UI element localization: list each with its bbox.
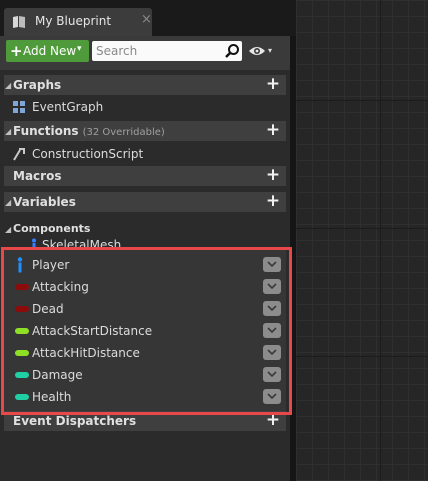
components-label: Components: [13, 222, 91, 235]
chevron-down-icon: [267, 393, 277, 399]
search-box[interactable]: [92, 41, 242, 61]
chevron-down-icon: [267, 261, 277, 267]
variable-row[interactable]: AttackHitDistance: [4, 342, 286, 364]
search-input[interactable]: [96, 43, 216, 59]
person-icon: [17, 257, 23, 273]
variable-name: Damage: [32, 368, 83, 382]
section-functions[interactable]: ◢ Functions (32 Overridable) +: [4, 121, 286, 141]
section-graphs-label: Graphs: [13, 78, 62, 92]
section-functions-label: Functions (32 Overridable): [13, 124, 165, 138]
panel-splitter[interactable]: [290, 36, 296, 481]
bool-type-icon: [15, 284, 29, 290]
variable-name: Player: [32, 258, 70, 272]
int-type-icon: [15, 372, 29, 378]
variable-name: Attacking: [32, 280, 89, 294]
tab-strip: My Blueprint ×: [0, 0, 296, 36]
variable-row[interactable]: Dead: [4, 298, 286, 320]
variable-list: Player Attacking Dead AttackStartDistanc…: [4, 248, 286, 414]
variable-row[interactable]: AttackStartDistance: [4, 320, 286, 342]
variable-row[interactable]: Damage: [4, 364, 286, 386]
chevron-down-icon: [267, 283, 277, 289]
float-type-icon: [15, 328, 29, 334]
blueprint-tab-icon: [13, 16, 25, 28]
bool-type-icon: [15, 306, 29, 312]
expand-arrow-icon: ◢: [5, 225, 12, 234]
plus-icon: +: [10, 42, 23, 60]
variable-row[interactable]: Attacking: [4, 276, 286, 298]
expand-arrow-icon: ◢: [5, 127, 12, 136]
add-macro-button[interactable]: +: [265, 167, 281, 184]
section-event-dispatchers[interactable]: Event Dispatchers +: [4, 411, 286, 431]
chevron-down-icon: [267, 349, 277, 355]
event-graph-icon: [13, 101, 25, 113]
chevron-down-icon: [267, 327, 277, 333]
tab-title: My Blueprint: [35, 14, 112, 28]
chevron-down-icon: ▾: [77, 44, 82, 54]
list-item-event-graph[interactable]: EventGraph: [4, 97, 286, 117]
section-macros[interactable]: Macros +: [4, 166, 286, 186]
graph-canvas[interactable]: [296, 0, 428, 481]
variable-visibility-button[interactable]: [263, 257, 281, 272]
view-options-caret[interactable]: ▾: [268, 46, 272, 55]
variable-row[interactable]: Player: [4, 254, 286, 276]
expand-arrow-icon: ◢: [5, 81, 12, 90]
add-event-dispatcher-button[interactable]: +: [265, 412, 281, 429]
float-type-icon: [15, 350, 29, 356]
construction-script-label: ConstructionScript: [32, 147, 144, 161]
variable-visibility-button[interactable]: [263, 389, 281, 404]
variable-name: AttackHitDistance: [32, 346, 140, 360]
eye-icon[interactable]: [248, 45, 266, 57]
list-item-construction-script[interactable]: ConstructionScript: [4, 144, 286, 164]
add-function-button[interactable]: +: [265, 122, 281, 139]
functions-override-count: (32 Overridable): [82, 127, 165, 138]
section-variables-label: Variables: [13, 195, 76, 209]
variable-name: Health: [32, 390, 72, 404]
add-new-label: Add New: [23, 44, 77, 58]
variable-name: Dead: [32, 302, 64, 316]
add-graph-button[interactable]: +: [265, 76, 281, 93]
section-macros-label: Macros: [13, 169, 62, 183]
variable-visibility-button[interactable]: [263, 279, 281, 294]
tab-close-button[interactable]: ×: [141, 12, 152, 27]
section-event-dispatchers-label: Event Dispatchers: [13, 414, 137, 428]
my-blueprint-panel: + Add New ▾ ▾ ◢ Graphs + Even: [0, 36, 290, 481]
tab-my-blueprint[interactable]: My Blueprint ×: [4, 8, 152, 36]
section-variables[interactable]: ◢ Variables +: [4, 192, 286, 212]
event-graph-label: EventGraph: [32, 100, 104, 114]
int-type-icon: [15, 394, 29, 400]
function-icon: [13, 148, 25, 161]
chevron-down-icon: [267, 371, 277, 377]
expand-arrow-icon: ◢: [5, 198, 12, 207]
variable-visibility-button[interactable]: [263, 367, 281, 382]
toolbar: + Add New ▾ ▾: [0, 36, 290, 70]
variable-visibility-button[interactable]: [263, 301, 281, 316]
chevron-down-icon: [267, 305, 277, 311]
add-new-button[interactable]: + Add New ▾: [6, 40, 89, 62]
variable-name: AttackStartDistance: [32, 324, 153, 338]
section-graphs[interactable]: ◢ Graphs +: [4, 75, 286, 95]
variable-visibility-button[interactable]: [263, 323, 281, 338]
variable-row[interactable]: Health: [4, 386, 286, 408]
add-variable-button[interactable]: +: [265, 193, 281, 210]
variable-visibility-button[interactable]: [263, 345, 281, 360]
search-icon[interactable]: [224, 43, 240, 59]
